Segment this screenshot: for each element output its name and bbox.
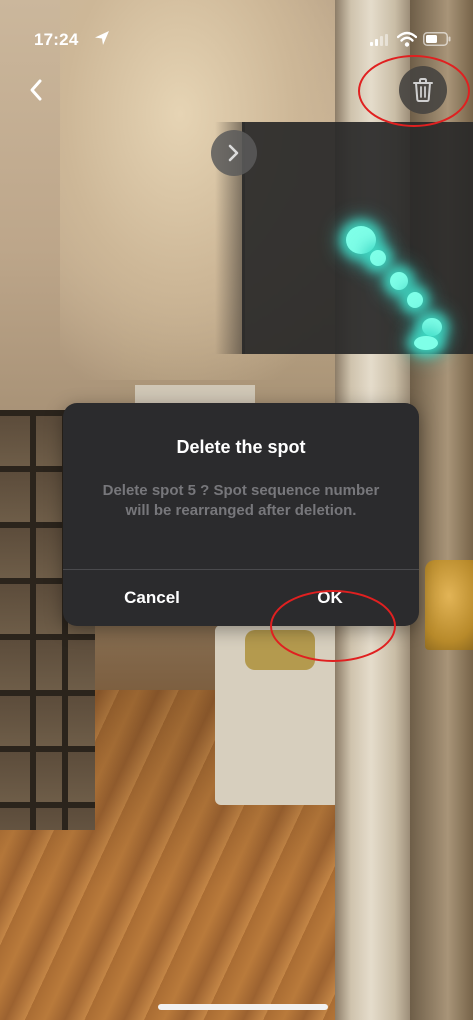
battery-icon bbox=[423, 32, 451, 46]
chevron-left-icon bbox=[30, 79, 42, 101]
spot-marker[interactable] bbox=[407, 292, 423, 308]
status-time: 17:24 bbox=[34, 30, 79, 49]
cancel-button[interactable]: Cancel bbox=[63, 570, 241, 626]
dialog-message: Delete spot 5 ? Spot sequence number wil… bbox=[102, 482, 380, 519]
delete-spot-dialog: Delete the spot Delete spot 5 ? Spot seq… bbox=[63, 403, 419, 626]
annotation-circle-ok bbox=[270, 590, 396, 662]
spot-marker[interactable] bbox=[346, 226, 376, 254]
chevron-right-icon bbox=[228, 144, 239, 162]
spot-marker[interactable] bbox=[370, 250, 386, 266]
cellular-signal-icon bbox=[370, 34, 388, 46]
minimap[interactable] bbox=[242, 122, 473, 354]
lamp bbox=[425, 560, 473, 650]
bookshelf-divider bbox=[30, 410, 36, 830]
wifi-icon bbox=[397, 31, 417, 47]
dialog-title: Delete the spot bbox=[176, 437, 306, 457]
back-button[interactable] bbox=[22, 76, 50, 104]
location-arrow-icon bbox=[95, 31, 109, 45]
spot-marker[interactable] bbox=[390, 272, 408, 290]
spot-marker[interactable] bbox=[422, 318, 442, 336]
home-indicator[interactable] bbox=[158, 1004, 328, 1010]
minimap-toggle-button[interactable] bbox=[211, 130, 257, 176]
annotation-circle-trash bbox=[358, 55, 470, 127]
spot-marker[interactable] bbox=[414, 336, 438, 350]
